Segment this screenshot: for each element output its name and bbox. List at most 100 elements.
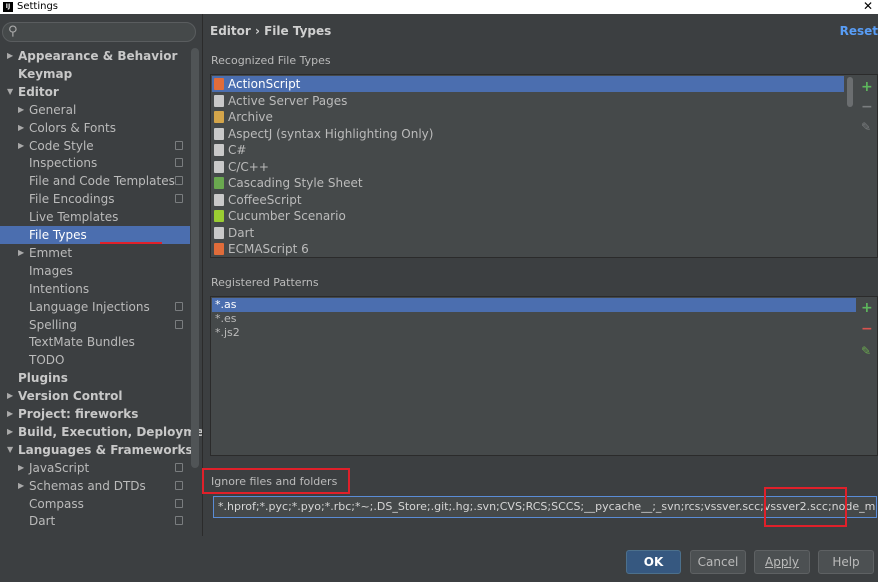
sidebar-item-languages-frameworks[interactable]: ▼ Languages & Frameworks (0, 441, 193, 459)
sidebar-item-live-templates[interactable]: Live Templates (0, 208, 190, 226)
highlight-ignore-label (202, 468, 350, 494)
sidebar-item-keymap[interactable]: Keymap (0, 65, 190, 83)
collapsed-arrow-icon[interactable]: ▶ (18, 137, 24, 155)
collapsed-arrow-icon[interactable]: ▶ (7, 47, 13, 65)
sidebar-item-label: File Types (29, 228, 87, 242)
collapsed-arrow-icon[interactable]: ▶ (18, 101, 24, 119)
file-type-row[interactable]: Dart (212, 225, 844, 241)
file-type-row[interactable]: Cascading Style Sheet (212, 175, 844, 191)
sidebar-item-editor[interactable]: ▼ Editor (0, 83, 190, 101)
sidebar-item-intentions[interactable]: Intentions (0, 280, 190, 298)
file-type-row[interactable]: Active Server Pages (212, 93, 844, 109)
collapsed-arrow-icon[interactable]: ▶ (18, 119, 24, 137)
sidebar-item-file-encodings[interactable]: File Encodings (0, 190, 190, 208)
sidebar-item-todo[interactable]: TODO (0, 351, 190, 369)
collapsed-arrow-icon[interactable]: ▶ (18, 459, 24, 477)
help-button[interactable]: Help (818, 550, 874, 574)
project-scope-icon (175, 498, 183, 508)
dart-icon (214, 226, 224, 239)
sidebar-item-label: Inspections (29, 156, 98, 171)
ok-button[interactable]: OK (626, 550, 681, 574)
sidebar-item-schemas-and-dtds[interactable]: ▶ Schemas and DTDs (0, 477, 190, 495)
sidebar-item-build-execution-deployment[interactable]: ▶ Build, Execution, Deployment (0, 423, 202, 441)
sidebar-item-file-and-code-templates[interactable]: File and Code Templates (0, 172, 190, 190)
sidebar-item-general[interactable]: ▶ General (0, 101, 190, 119)
pattern-row[interactable]: *.as (212, 298, 856, 312)
apply-button[interactable]: Apply (754, 550, 810, 574)
search-input[interactable]: ⚲ (2, 22, 196, 42)
css-icon (214, 177, 224, 189)
sidebar-item-colors-fonts[interactable]: ▶ Colors & Fonts (0, 119, 190, 137)
file-types-list: ActionScript Active Server Pages Archive As… (210, 74, 878, 258)
collapsed-arrow-icon[interactable]: ▶ (7, 405, 13, 423)
sidebar-item-code-style[interactable]: ▶ Code Style (0, 137, 190, 155)
file-type-row[interactable]: CoffeeScript (212, 192, 844, 208)
cucumber-icon (214, 210, 224, 222)
sidebar-scrollbar[interactable] (191, 48, 199, 468)
close-icon[interactable]: ✕ (863, 0, 873, 13)
file-type-row[interactable]: ECMAScript 6 (212, 241, 844, 257)
file-type-row[interactable]: ActionScript (212, 76, 844, 92)
collapsed-arrow-icon[interactable]: ▶ (7, 387, 13, 405)
dialog-footer: OK Cancel Apply Help (0, 536, 878, 582)
sidebar-item-appearance-behavior[interactable]: ▶ Appearance & Behavior (0, 47, 190, 65)
file-type-label: ActionScript (228, 77, 301, 91)
sidebar-item-javascript[interactable]: ▶ JavaScript (0, 459, 190, 477)
sidebar-item-language-injections[interactable]: Language Injections (0, 298, 190, 316)
pattern-label: *.js2 (215, 326, 240, 339)
cpp-icon (214, 160, 224, 173)
sidebar-item-label: Language Injections (29, 299, 150, 314)
breadcrumb: Editor › File Types (210, 24, 332, 38)
sidebar-item-label: Live Templates (29, 210, 119, 225)
collapsed-arrow-icon[interactable]: ▶ (7, 423, 13, 441)
sidebar-item-label: File and Code Templates (29, 174, 175, 189)
file-type-row[interactable]: Archive (212, 109, 844, 125)
remove-pattern-icon[interactable]: − (861, 322, 873, 336)
add-pattern-icon[interactable]: + (861, 301, 873, 315)
sidebar-item-label: Editor (18, 84, 59, 99)
expanded-arrow-icon[interactable]: ▼ (7, 83, 13, 101)
sidebar-item-textmate-bundles[interactable]: TextMate Bundles (0, 333, 190, 351)
cancel-button[interactable]: Cancel (690, 550, 746, 574)
ecmascript-icon (214, 243, 224, 255)
sidebar-item-compass[interactable]: Compass (0, 495, 190, 513)
pattern-row[interactable]: *.js2 (212, 326, 856, 340)
sidebar-item-label: Build, Execution, Deployment (18, 424, 202, 439)
app-icon: IJ (3, 2, 13, 12)
sidebar-item-label: TextMate Bundles (29, 335, 135, 350)
sidebar-item-inspections[interactable]: Inspections (0, 154, 190, 172)
edit-pattern-icon[interactable]: ✎ (861, 344, 871, 358)
csharp-icon (214, 144, 224, 156)
sidebar-item-images[interactable]: Images (0, 262, 190, 280)
sidebar-item-project-fireworks[interactable]: ▶ Project: fireworks (0, 405, 190, 423)
sidebar-item-label: Spelling (29, 317, 77, 332)
edit-file-type-icon[interactable]: ✎ (861, 120, 871, 134)
sidebar-item-label: General (29, 102, 77, 117)
collapsed-arrow-icon[interactable]: ▶ (18, 244, 24, 262)
registered-patterns-label: Registered Patterns (211, 276, 319, 289)
file-type-row[interactable]: Cucumber Scenario (212, 208, 844, 224)
file-type-row[interactable]: C# (212, 142, 844, 158)
asp-icon (214, 94, 224, 107)
sidebar-item-spelling[interactable]: Spelling (0, 316, 190, 334)
reset-link[interactable]: Reset (840, 24, 878, 38)
sidebar-item-version-control[interactable]: ▶ Version Control (0, 387, 190, 405)
collapsed-arrow-icon[interactable]: ▶ (18, 477, 24, 495)
project-scope-icon (175, 158, 183, 168)
sidebar-item-label: Version Control (18, 389, 123, 404)
aspectj-icon (214, 127, 224, 140)
remove-file-type-icon[interactable]: − (861, 100, 873, 114)
file-type-row[interactable]: AspectJ (syntax Highlighting Only) (212, 126, 844, 142)
file-types-scrollbar[interactable] (847, 77, 853, 107)
sidebar-item-label: TODO (29, 353, 65, 368)
sidebar-item-plugins[interactable]: Plugins (0, 369, 190, 387)
pattern-row[interactable]: *.es (212, 312, 856, 326)
patterns-list: *.as *.es *.js2 (210, 296, 878, 456)
sidebar-item-label: Keymap (18, 66, 73, 81)
expanded-arrow-icon[interactable]: ▼ (7, 441, 13, 459)
sidebar-item-dart[interactable]: Dart (0, 512, 190, 530)
file-type-row[interactable]: C/C++ (212, 159, 844, 175)
add-file-type-icon[interactable]: + (861, 80, 873, 94)
sidebar-item-emmet[interactable]: ▶ Emmet (0, 244, 190, 262)
project-scope-icon (175, 194, 183, 204)
